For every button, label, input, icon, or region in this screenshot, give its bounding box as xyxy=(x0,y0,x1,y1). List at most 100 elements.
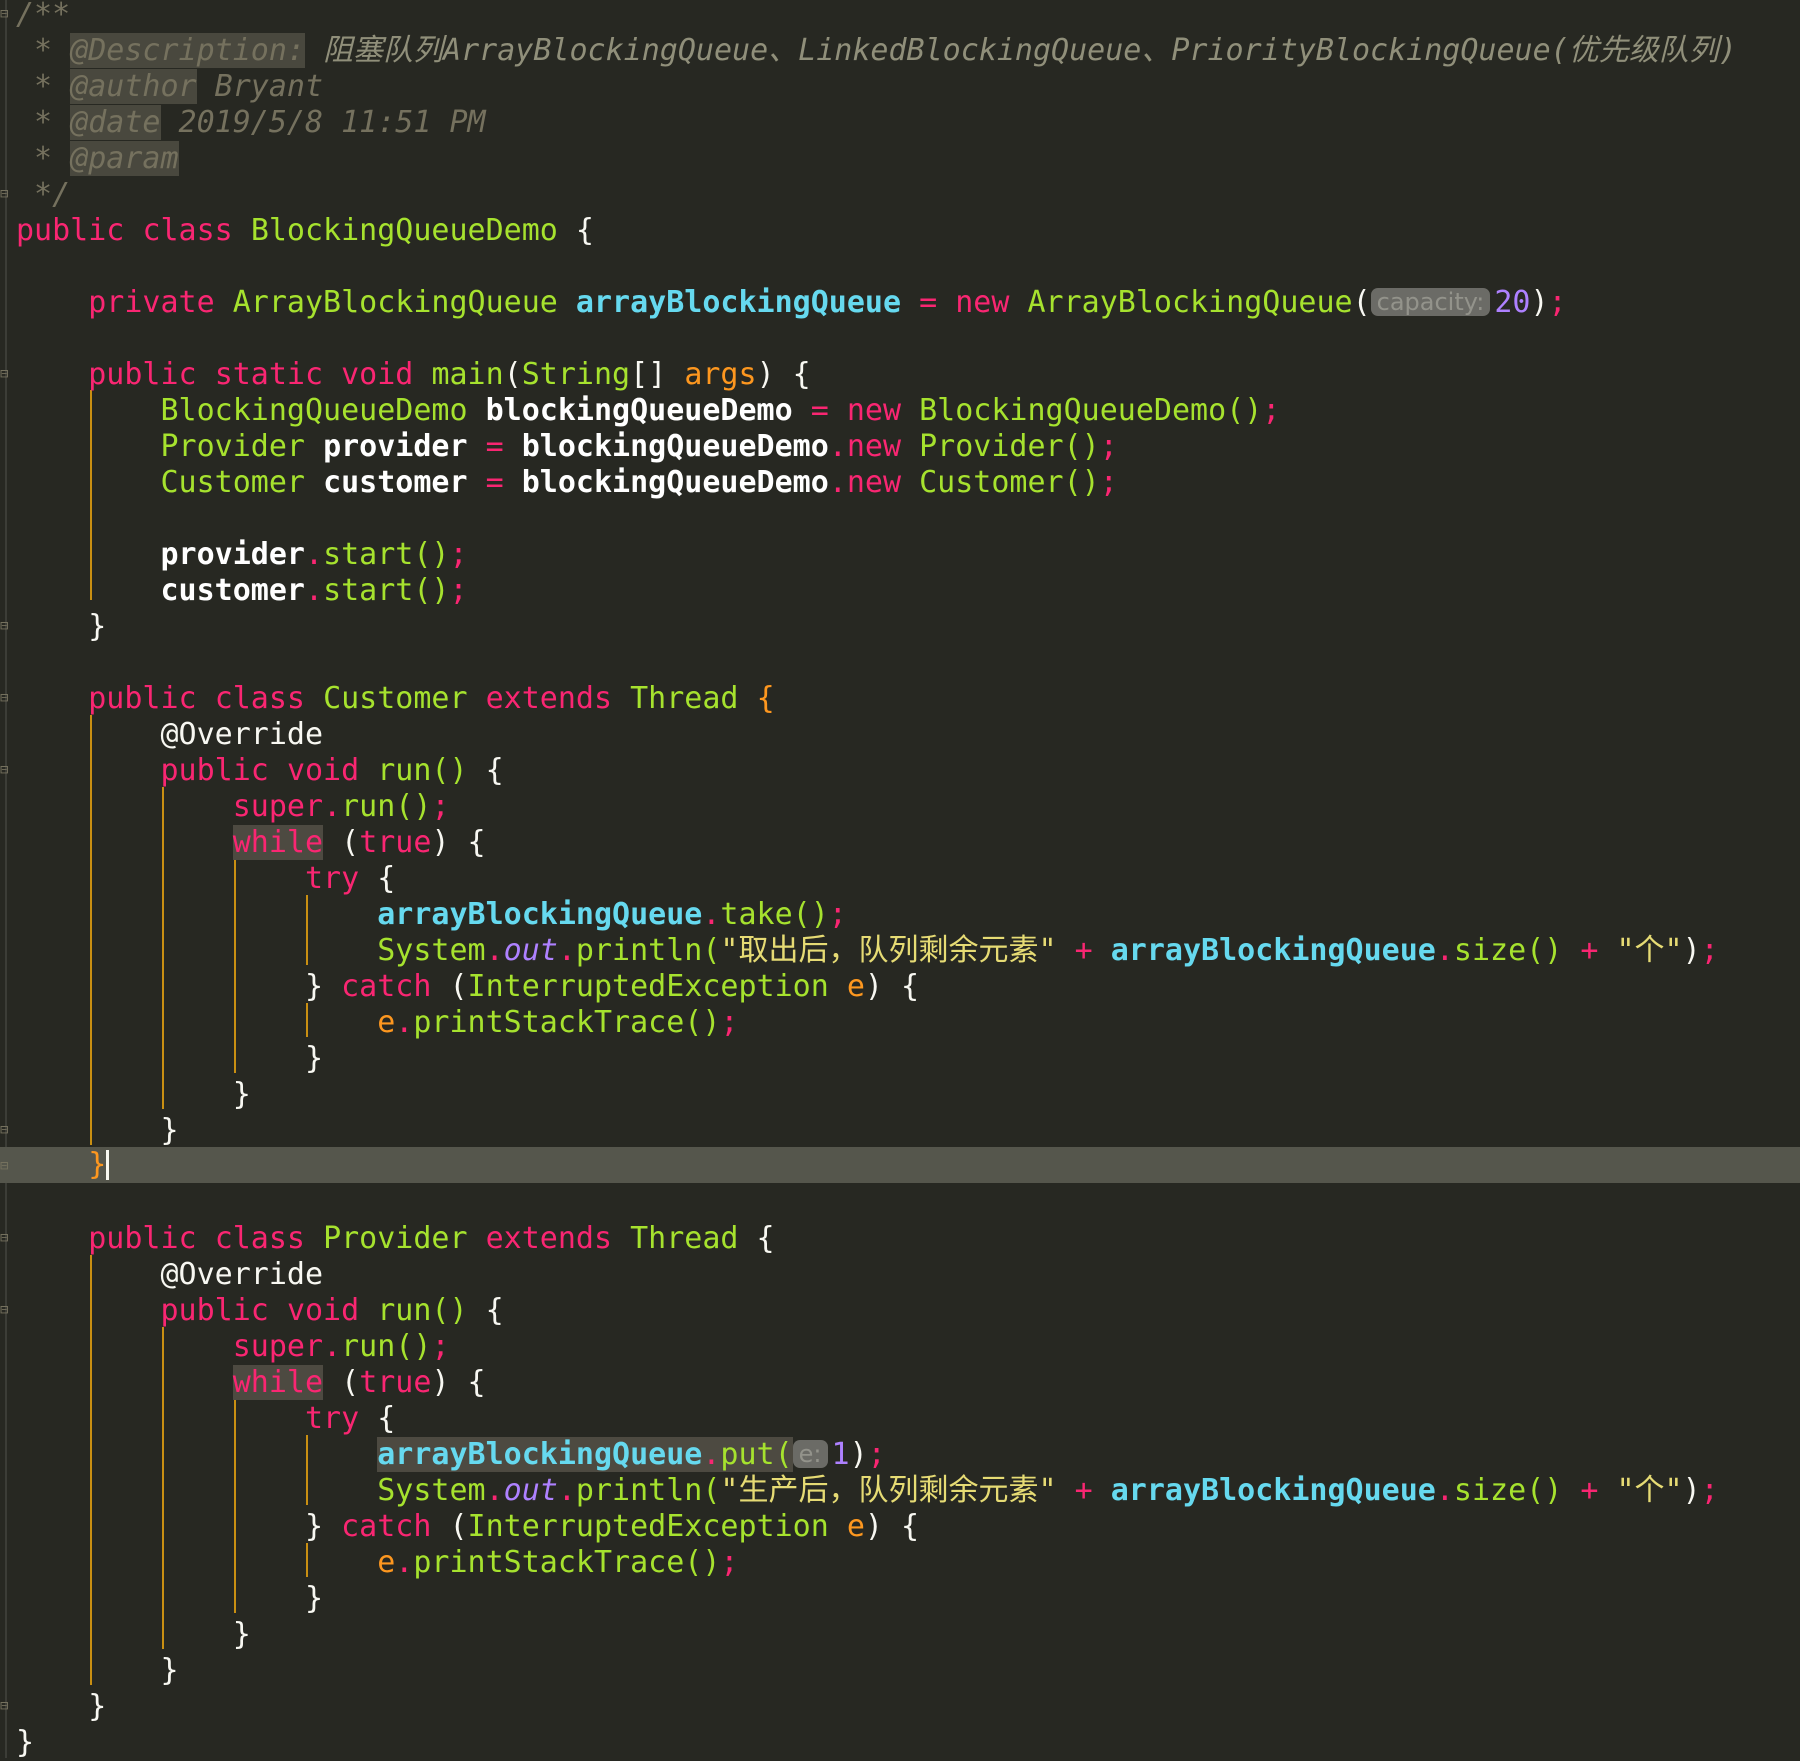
fold-icon[interactable]: ⊟ xyxy=(0,1302,12,1318)
parameter: e xyxy=(377,1005,396,1040)
code-line-41: arrayBlockingQueue.put(e: 1); xyxy=(377,1437,886,1472)
keyword: void xyxy=(341,357,414,392)
fold-icon[interactable]: ⊟ xyxy=(0,6,12,22)
code-line-26: arrayBlockingQueue.take(); xyxy=(377,897,847,932)
keyword: class xyxy=(214,1221,305,1256)
field-name: arrayBlockingQueue xyxy=(575,285,902,320)
parameter: e xyxy=(377,1545,396,1580)
keyword: try xyxy=(304,861,360,896)
javadoc-tag: @param xyxy=(70,141,179,176)
string-literal: "个" xyxy=(1616,1473,1683,1508)
keyword: while xyxy=(232,1365,324,1400)
code-line-18: } xyxy=(16,609,107,644)
fold-icon[interactable]: ⊟ xyxy=(0,1122,12,1138)
code-line-46: } xyxy=(16,1617,251,1652)
type-name: System xyxy=(377,933,486,968)
type-name: InterruptedException xyxy=(467,1509,829,1544)
code-editor[interactable]: ⊟ ⊟ ⊟ ⊟ ⊟ ⊟ ⊟ ⊟ ⊟ ⊟ ⊟ /** * @Description… xyxy=(0,0,1800,1760)
fold-icon[interactable]: ⊟ xyxy=(0,690,12,706)
keyword: extends xyxy=(485,681,613,716)
code-line-38: super.run(); xyxy=(232,1329,450,1364)
code-line-2: * @Description: 阻塞队列ArrayBlockingQueue、L… xyxy=(16,33,1737,69)
text-cursor xyxy=(106,1150,110,1180)
keyword: new xyxy=(846,393,902,428)
fold-icon[interactable]: ⊟ xyxy=(0,618,12,634)
code-line-49: } xyxy=(16,1725,35,1760)
keyword: true xyxy=(359,825,432,860)
code-line-1: /** xyxy=(16,0,70,33)
keyword: class xyxy=(142,213,233,248)
number-literal: 20 xyxy=(1494,285,1531,320)
field-name: arrayBlockingQueue xyxy=(1110,933,1436,968)
code-line-37: public void run() { xyxy=(160,1293,504,1328)
comment-star: * xyxy=(16,105,71,140)
keyword: new xyxy=(846,429,902,464)
method-name: run() xyxy=(377,1293,468,1328)
class-name: Customer xyxy=(323,681,468,716)
keyword: extends xyxy=(485,1221,613,1256)
constructor-call: BlockingQueueDemo() xyxy=(919,393,1263,428)
string-literal: "生产后，队列剩余元素" xyxy=(720,1473,1057,1508)
code-line-32: } xyxy=(16,1113,179,1148)
class-name: Provider xyxy=(323,1221,468,1256)
code-line-11: public static void main(String[] args) { xyxy=(88,357,811,392)
local-variable: blockingQueueDemo xyxy=(521,465,829,500)
fold-icon[interactable]: ⊟ xyxy=(0,1698,12,1714)
comment-star: * xyxy=(16,69,71,104)
type-name: InterruptedException xyxy=(467,969,829,1004)
code-line-48: } xyxy=(16,1689,107,1724)
javadoc-tag: @author xyxy=(70,69,197,104)
code-line-22: public void run() { xyxy=(160,753,504,788)
code-line-14: Customer customer = blockingQueueDemo.ne… xyxy=(160,465,1118,500)
code-line-16: provider.start(); xyxy=(160,537,468,572)
method-call: printStackTrace() xyxy=(413,1005,721,1040)
keyword: public xyxy=(16,213,125,248)
code-line-28: } catch (InterruptedException e) { xyxy=(16,969,920,1004)
fold-icon[interactable]: ⊟ xyxy=(0,366,12,382)
code-line-21: @Override xyxy=(16,717,324,753)
code-line-39: while (true) { xyxy=(232,1365,486,1400)
code-line-45: } xyxy=(16,1581,324,1616)
fold-icon[interactable]: ⊟ xyxy=(0,186,12,202)
comment-star: * xyxy=(16,33,71,68)
keyword: super xyxy=(232,789,324,824)
keyword: true xyxy=(359,1365,432,1400)
javadoc-text: 2019/5/8 11:51 PM xyxy=(160,105,486,140)
constructor-call: Customer() xyxy=(919,465,1100,500)
code-line-12: BlockingQueueDemo blockingQueueDemo = ne… xyxy=(160,393,1281,428)
parameter-hint: e: xyxy=(792,1440,828,1468)
type-name: BlockingQueueDemo xyxy=(160,393,468,428)
code-line-27: System.out.println("取出后，队列剩余元素" + arrayB… xyxy=(377,933,1719,968)
fold-icon[interactable]: ⊟ xyxy=(0,1158,12,1174)
type-name: Thread xyxy=(630,1221,739,1256)
keyword: while xyxy=(232,825,324,860)
string-literal: "取出后，队列剩余元素" xyxy=(720,933,1057,968)
code-line-17: customer.start(); xyxy=(160,573,468,608)
keyword: void xyxy=(286,753,360,788)
local-variable: customer xyxy=(160,573,306,608)
fold-icon[interactable]: ⊟ xyxy=(0,762,12,778)
number-literal: 1 xyxy=(831,1437,850,1472)
code-line-35: public class Provider extends Thread { xyxy=(88,1221,775,1256)
keyword: public xyxy=(88,357,197,392)
method-call: run() xyxy=(341,1329,432,1364)
keyword: public xyxy=(88,681,197,716)
class-name: BlockingQueueDemo xyxy=(250,213,558,248)
keyword: new xyxy=(846,465,902,500)
method-call: size() xyxy=(1453,1473,1563,1508)
method-call: size() xyxy=(1453,933,1563,968)
code-line-47: } xyxy=(16,1653,179,1688)
method-call: printStackTrace() xyxy=(413,1545,721,1580)
fold-icon[interactable]: ⊟ xyxy=(0,1230,12,1246)
code-line-33[interactable]: } xyxy=(16,1147,110,1183)
comment-star: * xyxy=(16,141,71,176)
field-name: arrayBlockingQueue xyxy=(1110,1473,1436,1508)
javadoc-text: 阻塞队列ArrayBlockingQueue、LinkedBlockingQue… xyxy=(305,33,1737,68)
type-name: ArrayBlockingQueue xyxy=(232,285,558,320)
javadoc-tag: @date xyxy=(70,105,161,140)
current-line-highlight xyxy=(0,1147,1800,1183)
keyword: void xyxy=(286,1293,360,1328)
code-line-5: * @param xyxy=(16,141,179,177)
keyword: new xyxy=(955,285,1010,320)
code-line-31: } xyxy=(16,1077,251,1112)
